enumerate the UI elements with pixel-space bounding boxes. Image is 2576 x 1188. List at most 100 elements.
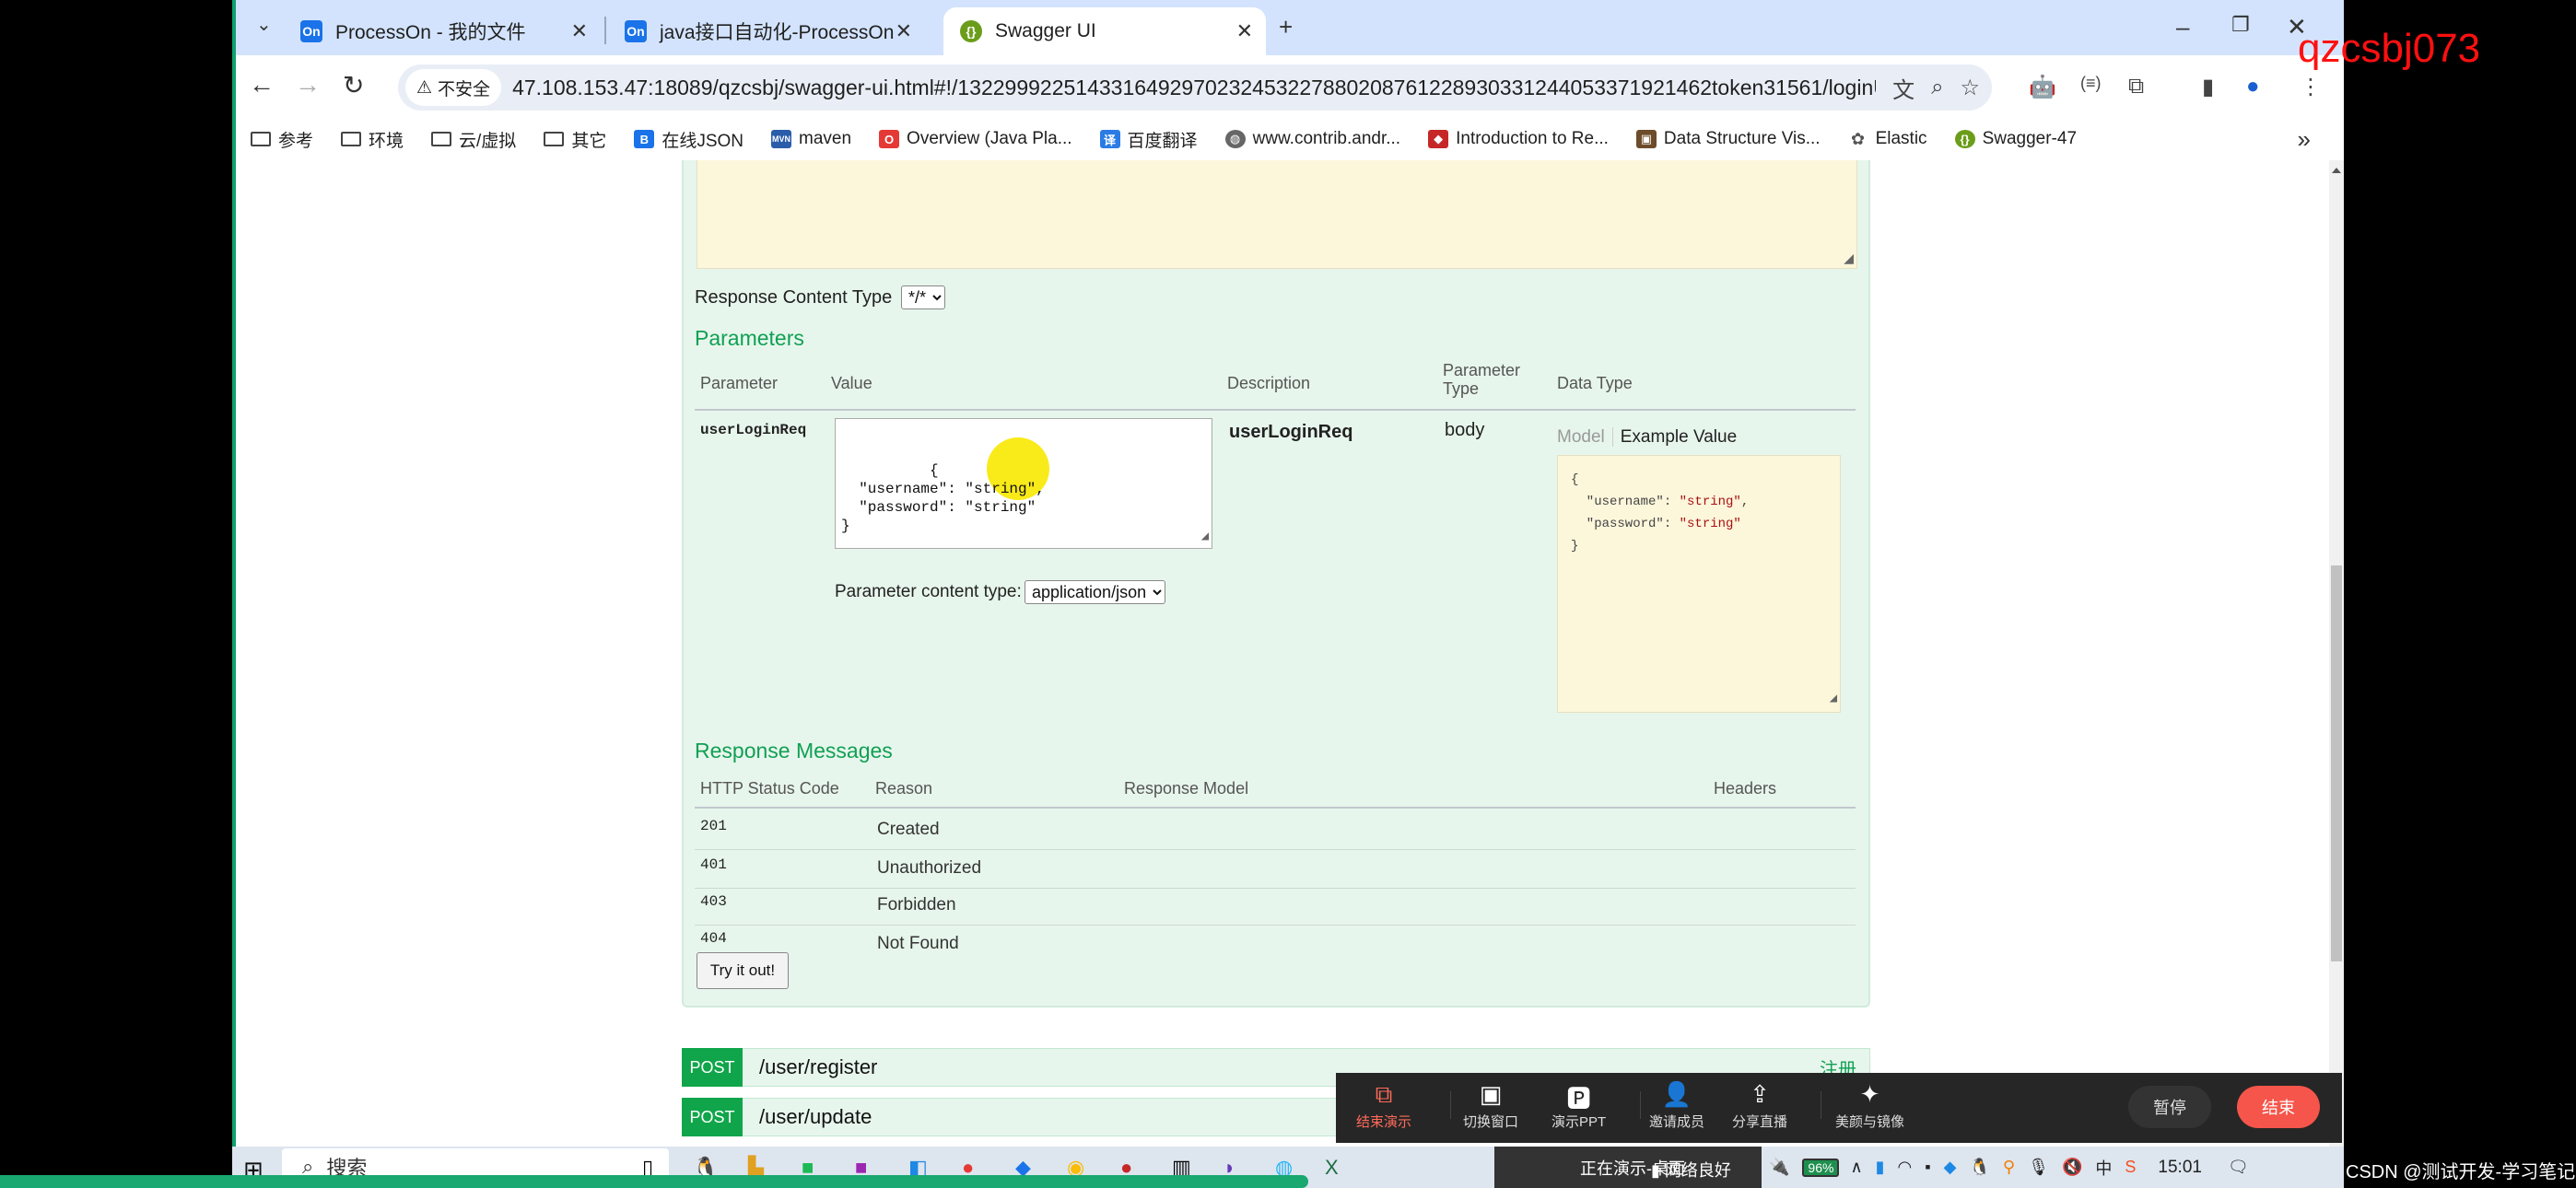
end-presentation-button[interactable]: ⧉ 结束演示: [1356, 1080, 1411, 1131]
resp-header-reason: Reason: [875, 779, 933, 798]
model-tab[interactable]: Model: [1557, 427, 1613, 447]
bookmark[interactable]: O Overview (Java Pla...: [879, 129, 1072, 149]
back-button[interactable]: ←: [249, 70, 275, 99]
reload-button[interactable]: ↻: [343, 70, 364, 100]
pause-button[interactable]: 暂停: [2128, 1086, 2211, 1128]
bookmark[interactable]: ▣ Data Structure Vis...: [1635, 129, 1821, 149]
resize-handle-icon[interactable]: ◢: [1830, 688, 1837, 710]
response-code: 401: [700, 856, 727, 873]
param-value-textarea[interactable]: { "username": "string", "password": "str…: [835, 418, 1212, 549]
param-header-type: Parameter Type: [1443, 361, 1521, 398]
endpoint-path[interactable]: /user/register: [759, 1055, 877, 1079]
translate-icon[interactable]: 文: [1892, 72, 1914, 104]
response-code: 403: [700, 893, 727, 910]
param-type: body: [1445, 420, 1485, 440]
bookmark-label: Elastic: [1875, 129, 1927, 148]
monitor-icon: ▣: [1479, 1080, 1503, 1108]
search-tray-icon[interactable]: ⚲: [2003, 1158, 2015, 1177]
microphone-icon[interactable]: 🎙: [2028, 1158, 2049, 1177]
restore-button[interactable]: ❐: [2231, 13, 2250, 37]
bookmark-label: www.contrib.andr...: [1252, 129, 1401, 148]
tab-close-icon[interactable]: ✕: [896, 19, 912, 43]
scrollbar-thumb[interactable]: [2331, 565, 2342, 961]
example-value-box[interactable]: { "username": "string", "password": "str…: [1557, 455, 1841, 713]
tab-processon-files[interactable]: On ProcessOn - 我的文件 ✕: [287, 7, 601, 55]
parameters-heading: Parameters: [695, 326, 804, 350]
extension-icon[interactable]: (≡): [2080, 74, 2102, 93]
tray-app-icon[interactable]: ▪: [1925, 1158, 1930, 1177]
volume-muted-icon[interactable]: 🔇: [2062, 1158, 2082, 1177]
bookmark-label: Introduction to Re...: [1456, 129, 1609, 148]
address-bar[interactable]: ⚠ 不安全 47.108.153.47:18089/qzcsbj/swagger…: [398, 64, 1992, 111]
qq-tray-icon[interactable]: 🐧: [1970, 1158, 1990, 1177]
wifi-icon[interactable]: ◠: [1898, 1158, 1913, 1177]
param-header-value: Value: [831, 374, 872, 392]
try-it-out-button[interactable]: Try it out!: [697, 952, 789, 989]
end-button[interactable]: 结束: [2237, 1086, 2320, 1128]
bookmark[interactable]: 译百度翻译: [1099, 127, 1198, 152]
resize-handle-icon[interactable]: ◢: [1844, 250, 1854, 266]
tray-overflow-icon[interactable]: ∧: [1850, 1158, 1862, 1177]
tray-app-icon[interactable]: ▮: [1876, 1158, 1885, 1177]
param-header-description: Description: [1227, 374, 1311, 392]
share-live-button[interactable]: ⇪ 分享直播: [1732, 1080, 1787, 1131]
zoom-icon[interactable]: ⌕: [1931, 75, 1943, 100]
switch-window-button[interactable]: ▣ 切换窗口: [1463, 1080, 1518, 1131]
more-bookmarks-icon[interactable]: »: [2298, 125, 2311, 154]
bookmark[interactable]: ✿ Elastic: [1848, 129, 1927, 149]
tab-swagger-ui[interactable]: {} Swagger UI ✕: [943, 7, 1266, 55]
menu-kebab-icon[interactable]: ⋮: [2300, 74, 2322, 100]
example-value-tab[interactable]: Example Value: [1613, 427, 1737, 447]
present-ppt-button[interactable]: 🅿 演示PPT: [1551, 1080, 1606, 1131]
url-text[interactable]: 47.108.153.47:18089/qzcsbj/swagger-ui.ht…: [512, 76, 1876, 100]
scroll-up-arrow-icon[interactable]: [2332, 168, 2341, 173]
param-content-type-select[interactable]: application/json: [1025, 580, 1165, 604]
tab-close-icon[interactable]: ✕: [571, 19, 588, 43]
network-status: ▮ 网络良好: [1651, 1158, 1731, 1182]
response-body-textarea[interactable]: ◢: [697, 160, 1857, 269]
bookmark-label: 参考: [278, 131, 314, 151]
notification-icon[interactable]: 🗨: [2228, 1158, 2249, 1177]
beauty-mirror-button[interactable]: ✦ 美颜与镜像: [1835, 1080, 1904, 1131]
forward-button[interactable]: →: [295, 70, 321, 99]
security-indicator[interactable]: ⚠ 不安全: [405, 69, 502, 106]
tab-processon-java[interactable]: On java接口自动化-ProcessOn ✕: [612, 7, 925, 55]
json-key: "password":: [1571, 517, 1680, 531]
bookmark-star-icon[interactable]: ☆: [1961, 75, 1981, 101]
bookmark[interactable]: {} Swagger-47: [1954, 129, 2077, 149]
clock[interactable]: 15:01: [2158, 1158, 2202, 1178]
bookmark-folder[interactable]: 云/虚拟: [431, 127, 516, 152]
extensions-puzzle-icon[interactable]: ⧉: [2128, 74, 2144, 99]
folder-icon: [341, 132, 362, 146]
meeting-item-label: 美颜与镜像: [1835, 1114, 1905, 1130]
excel-icon[interactable]: X: [1325, 1156, 1339, 1180]
invite-members-button[interactable]: 👤 邀请成员: [1649, 1080, 1704, 1131]
bookmark-folder[interactable]: 其它: [544, 127, 606, 152]
bookmark[interactable]: ◍ www.contrib.andr...: [1224, 129, 1401, 149]
bookmark[interactable]: ◆ Introduction to Re...: [1428, 129, 1609, 149]
new-tab-button[interactable]: +: [1279, 13, 1293, 41]
bookmark[interactable]: MVN maven: [771, 129, 851, 149]
bookmark-folder[interactable]: 参考: [251, 127, 313, 152]
meeting-control-bar: ⧉ 结束演示 ▣ 切换窗口 🅿 演示PPT 👤 邀请成员 ⇪ 分享直播 ✦ 美颜与镜像 暂停…: [1336, 1073, 2342, 1143]
json-brace: }: [1571, 539, 1579, 553]
bookmark[interactable]: B 在线JSON: [634, 127, 744, 152]
resize-handle-icon[interactable]: ◢: [1201, 528, 1209, 546]
ppt-icon: 🅿: [1566, 1085, 1591, 1112]
response-content-type-select[interactable]: */*: [901, 285, 945, 309]
side-panel-icon[interactable]: ▮: [2202, 74, 2214, 100]
response-code: 404: [700, 930, 727, 947]
tray-app-icon[interactable]: ◆: [1944, 1158, 1957, 1177]
minimize-button[interactable]: –: [2176, 13, 2189, 41]
security-label: 不安全: [438, 79, 491, 99]
ime-indicator[interactable]: 中: [2095, 1156, 2112, 1180]
sogou-icon[interactable]: S: [2125, 1158, 2136, 1177]
android-extension-icon[interactable]: 🤖: [2029, 74, 2056, 100]
tab-close-icon[interactable]: ✕: [1236, 19, 1253, 43]
profile-avatar-icon[interactable]: ●: [2246, 74, 2260, 99]
page-scrollbar[interactable]: [2329, 160, 2344, 1153]
tab-search-chevron-icon[interactable]: ⌄: [256, 13, 272, 36]
endpoint-path[interactable]: /user/update: [759, 1105, 872, 1129]
battery-indicator[interactable]: 96%: [1802, 1158, 1840, 1177]
bookmark-folder[interactable]: 环境: [341, 127, 404, 152]
